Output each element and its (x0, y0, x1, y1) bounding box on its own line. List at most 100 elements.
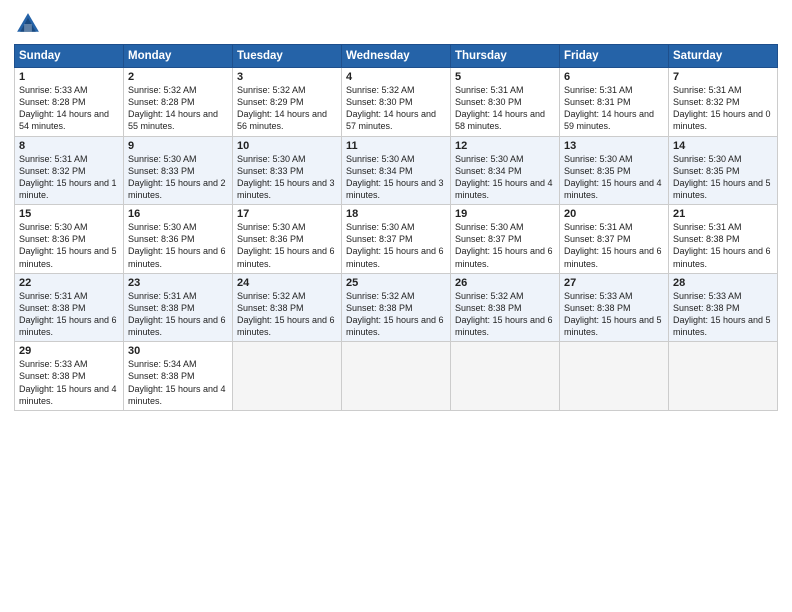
day-number: 2 (128, 71, 228, 83)
day-number: 14 (673, 140, 773, 152)
day-cell-6: 6 Sunrise: 5:31 AMSunset: 8:31 PMDaylight… (560, 68, 669, 137)
day-number: 1 (19, 71, 119, 83)
day-info: Sunrise: 5:32 AMSunset: 8:28 PMDaylight:… (128, 85, 218, 131)
empty-cell (233, 342, 342, 411)
col-header-thursday: Thursday (451, 45, 560, 68)
day-cell-19: 19 Sunrise: 5:30 AMSunset: 8:37 PMDayligh… (451, 205, 560, 274)
day-info: Sunrise: 5:33 AMSunset: 8:28 PMDaylight:… (19, 85, 109, 131)
day-number: 5 (455, 71, 555, 83)
day-number: 11 (346, 140, 446, 152)
day-number: 7 (673, 71, 773, 83)
day-info: Sunrise: 5:30 AMSunset: 8:36 PMDaylight:… (237, 222, 335, 268)
day-number: 12 (455, 140, 555, 152)
day-info: Sunrise: 5:32 AMSunset: 8:38 PMDaylight:… (237, 291, 335, 337)
day-cell-21: 21Sunrise: 5:31 AMSunset: 8:38 PMDayligh… (669, 205, 778, 274)
logo-icon (14, 10, 42, 38)
day-cell-27: 27 Sunrise: 5:33 AMSunset: 8:38 PMDayligh… (560, 273, 669, 342)
day-info: Sunrise: 5:31 AMSunset: 8:30 PMDaylight:… (455, 85, 545, 131)
empty-cell (669, 342, 778, 411)
day-number: 8 (19, 140, 119, 152)
calendar: SundayMondayTuesdayWednesdayThursdayFrid… (14, 44, 778, 411)
empty-cell (560, 342, 669, 411)
day-info: Sunrise: 5:33 AMSunset: 8:38 PMDaylight:… (19, 359, 117, 405)
day-info: Sunrise: 5:31 AMSunset: 8:38 PMDaylight:… (19, 291, 117, 337)
day-info: Sunrise: 5:31 AMSunset: 8:31 PMDaylight:… (564, 85, 654, 131)
day-number: 18 (346, 208, 446, 220)
day-info: Sunrise: 5:30 AMSunset: 8:35 PMDaylight:… (564, 154, 662, 200)
day-info: Sunrise: 5:31 AMSunset: 8:37 PMDaylight:… (564, 222, 662, 268)
col-header-saturday: Saturday (669, 45, 778, 68)
day-cell-20: 20 Sunrise: 5:31 AMSunset: 8:37 PMDayligh… (560, 205, 669, 274)
day-number: 17 (237, 208, 337, 220)
day-info: Sunrise: 5:30 AMSunset: 8:36 PMDaylight:… (128, 222, 226, 268)
day-info: Sunrise: 5:30 AMSunset: 8:34 PMDaylight:… (455, 154, 553, 200)
day-info: Sunrise: 5:34 AMSunset: 8:38 PMDaylight:… (128, 359, 226, 405)
day-cell-3: 3 Sunrise: 5:32 AMSunset: 8:29 PMDaylight… (233, 68, 342, 137)
day-info: Sunrise: 5:31 AMSunset: 8:32 PMDaylight:… (19, 154, 117, 200)
day-number: 13 (564, 140, 664, 152)
col-header-friday: Friday (560, 45, 669, 68)
logo (14, 10, 46, 38)
day-cell-30: 30 Sunrise: 5:34 AMSunset: 8:38 PMDayligh… (124, 342, 233, 411)
day-cell-2: 2 Sunrise: 5:32 AMSunset: 8:28 PMDaylight… (124, 68, 233, 137)
header (14, 10, 778, 38)
day-cell-29: 29Sunrise: 5:33 AMSunset: 8:38 PMDayligh… (15, 342, 124, 411)
day-number: 27 (564, 277, 664, 289)
day-cell-18: 18 Sunrise: 5:30 AMSunset: 8:37 PMDayligh… (342, 205, 451, 274)
day-cell-13: 13 Sunrise: 5:30 AMSunset: 8:35 PMDayligh… (560, 136, 669, 205)
day-number: 3 (237, 71, 337, 83)
day-info: Sunrise: 5:30 AMSunset: 8:36 PMDaylight:… (19, 222, 117, 268)
day-info: Sunrise: 5:30 AMSunset: 8:33 PMDaylight:… (237, 154, 335, 200)
day-cell-5: 5 Sunrise: 5:31 AMSunset: 8:30 PMDaylight… (451, 68, 560, 137)
day-number: 24 (237, 277, 337, 289)
day-number: 30 (128, 345, 228, 357)
day-cell-7: 7 Sunrise: 5:31 AMSunset: 8:32 PMDaylight… (669, 68, 778, 137)
day-cell-10: 10 Sunrise: 5:30 AMSunset: 8:33 PMDayligh… (233, 136, 342, 205)
day-cell-15: 15Sunrise: 5:30 AMSunset: 8:36 PMDayligh… (15, 205, 124, 274)
page: SundayMondayTuesdayWednesdayThursdayFrid… (0, 0, 792, 612)
day-number: 26 (455, 277, 555, 289)
empty-cell (342, 342, 451, 411)
day-number: 19 (455, 208, 555, 220)
day-cell-26: 26 Sunrise: 5:32 AMSunset: 8:38 PMDayligh… (451, 273, 560, 342)
day-number: 9 (128, 140, 228, 152)
day-info: Sunrise: 5:33 AMSunset: 8:38 PMDaylight:… (564, 291, 662, 337)
day-number: 23 (128, 277, 228, 289)
col-header-tuesday: Tuesday (233, 45, 342, 68)
day-cell-22: 22 Sunrise: 5:31 AMSunset: 8:38 PMDayligh… (15, 273, 124, 342)
day-info: Sunrise: 5:32 AMSunset: 8:29 PMDaylight:… (237, 85, 327, 131)
day-number: 21 (673, 208, 773, 220)
day-number: 28 (673, 277, 773, 289)
day-info: Sunrise: 5:32 AMSunset: 8:30 PMDaylight:… (346, 85, 436, 131)
day-number: 10 (237, 140, 337, 152)
day-info: Sunrise: 5:32 AMSunset: 8:38 PMDaylight:… (346, 291, 444, 337)
col-header-monday: Monday (124, 45, 233, 68)
day-cell-24: 24 Sunrise: 5:32 AMSunset: 8:38 PMDayligh… (233, 273, 342, 342)
day-info: Sunrise: 5:31 AMSunset: 8:38 PMDaylight:… (128, 291, 226, 337)
day-info: Sunrise: 5:30 AMSunset: 8:37 PMDaylight:… (346, 222, 444, 268)
day-cell-12: 12 Sunrise: 5:30 AMSunset: 8:34 PMDayligh… (451, 136, 560, 205)
day-number: 16 (128, 208, 228, 220)
day-cell-4: 4 Sunrise: 5:32 AMSunset: 8:30 PMDaylight… (342, 68, 451, 137)
day-number: 20 (564, 208, 664, 220)
day-cell-17: 17 Sunrise: 5:30 AMSunset: 8:36 PMDayligh… (233, 205, 342, 274)
day-number: 4 (346, 71, 446, 83)
col-header-wednesday: Wednesday (342, 45, 451, 68)
day-info: Sunrise: 5:30 AMSunset: 8:34 PMDaylight:… (346, 154, 444, 200)
col-header-sunday: Sunday (15, 45, 124, 68)
day-cell-11: 11 Sunrise: 5:30 AMSunset: 8:34 PMDayligh… (342, 136, 451, 205)
day-cell-1: 1 Sunrise: 5:33 AMSunset: 8:28 PMDaylight… (15, 68, 124, 137)
day-cell-25: 25 Sunrise: 5:32 AMSunset: 8:38 PMDayligh… (342, 273, 451, 342)
day-number: 22 (19, 277, 119, 289)
day-cell-8: 8 Sunrise: 5:31 AMSunset: 8:32 PMDaylight… (15, 136, 124, 205)
day-info: Sunrise: 5:30 AMSunset: 8:37 PMDaylight:… (455, 222, 553, 268)
day-info: Sunrise: 5:31 AMSunset: 8:32 PMDaylight:… (673, 85, 771, 131)
day-info: Sunrise: 5:30 AMSunset: 8:35 PMDaylight:… (673, 154, 771, 200)
empty-cell (451, 342, 560, 411)
day-cell-14: 14 Sunrise: 5:30 AMSunset: 8:35 PMDayligh… (669, 136, 778, 205)
day-number: 6 (564, 71, 664, 83)
day-info: Sunrise: 5:32 AMSunset: 8:38 PMDaylight:… (455, 291, 553, 337)
day-cell-16: 16 Sunrise: 5:30 AMSunset: 8:36 PMDayligh… (124, 205, 233, 274)
calendar-header-row: SundayMondayTuesdayWednesdayThursdayFrid… (15, 45, 778, 68)
day-number: 25 (346, 277, 446, 289)
